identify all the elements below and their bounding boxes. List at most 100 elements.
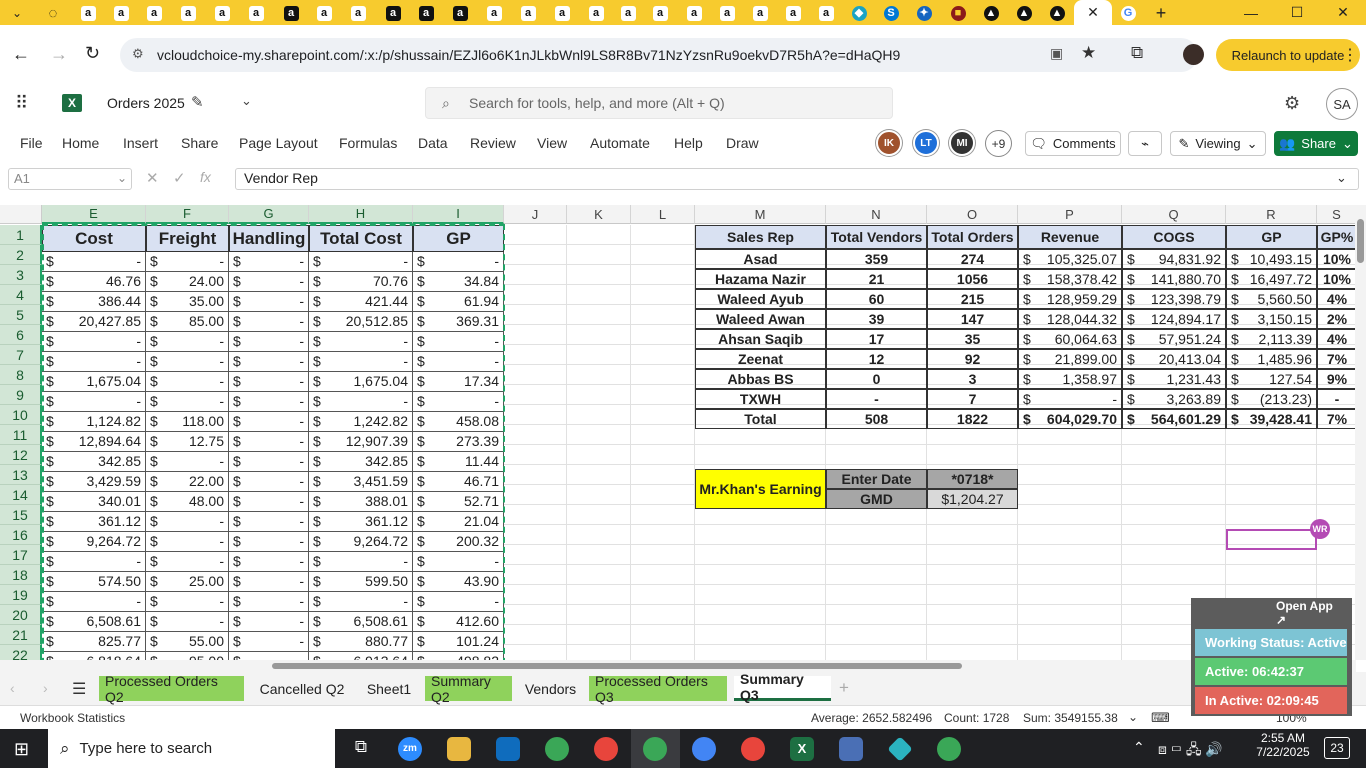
- grid-cell[interactable]: [826, 585, 927, 605]
- column-header-E[interactable]: E: [42, 205, 146, 224]
- table-cell[interactable]: $21.04: [413, 512, 504, 532]
- grid-cell[interactable]: [1018, 545, 1122, 565]
- table-cell[interactable]: $55.00: [146, 632, 229, 652]
- table-cell[interactable]: $9,264.72: [309, 532, 413, 552]
- summary-header[interactable]: Revenue: [1018, 225, 1122, 249]
- grid-cell[interactable]: [1018, 645, 1122, 660]
- table-cell[interactable]: $-: [146, 592, 229, 612]
- grid-cell[interactable]: [567, 565, 631, 585]
- summary-cell[interactable]: -: [826, 389, 927, 409]
- row-header-12[interactable]: 12: [0, 445, 42, 465]
- grid-cell[interactable]: [695, 525, 826, 545]
- table-cell[interactable]: $-: [146, 612, 229, 632]
- summary-cell[interactable]: $5,560.50: [1226, 289, 1317, 309]
- table-cell[interactable]: $-: [229, 452, 309, 472]
- open-app-button[interactable]: Open App ↗: [1276, 599, 1346, 627]
- summary-cell[interactable]: $158,378.42: [1018, 269, 1122, 289]
- browser-tab-20[interactable]: a: [716, 3, 738, 23]
- grid-cell[interactable]: [1226, 505, 1317, 525]
- browser-tab-10[interactable]: a: [382, 3, 404, 23]
- summary-cell[interactable]: 12: [826, 349, 927, 369]
- table-cell[interactable]: $369.31: [413, 312, 504, 332]
- summary-cell[interactable]: 10%: [1317, 249, 1356, 269]
- browser-tab-24[interactable]: ◆: [848, 3, 870, 23]
- chrome-profile-icon[interactable]: [692, 737, 716, 761]
- table-cell[interactable]: $-: [229, 432, 309, 452]
- column-header-O[interactable]: O: [927, 205, 1018, 224]
- grid-cell[interactable]: [504, 605, 567, 625]
- browser-tab-22[interactable]: a: [782, 3, 804, 23]
- summary-cell[interactable]: Abbas BS: [695, 369, 826, 389]
- browser-tab-28[interactable]: ▲: [980, 3, 1002, 23]
- grid-cell[interactable]: [927, 645, 1018, 660]
- outlook-icon[interactable]: [496, 737, 520, 761]
- table-cell[interactable]: $48.00: [146, 492, 229, 512]
- table-cell[interactable]: $25.00: [146, 572, 229, 592]
- grid-cell[interactable]: [504, 445, 567, 465]
- grid-cell[interactable]: [1122, 485, 1226, 505]
- table-cell[interactable]: $20,427.85: [42, 312, 146, 332]
- table-cell[interactable]: $12,894.64: [42, 432, 146, 452]
- summary-cell[interactable]: 17: [826, 329, 927, 349]
- grid-cell[interactable]: [631, 505, 695, 525]
- table-cell[interactable]: $342.85: [42, 452, 146, 472]
- table-cell[interactable]: $-: [413, 392, 504, 412]
- row-header-13[interactable]: 13: [0, 465, 42, 485]
- table-cell[interactable]: $-: [42, 352, 146, 372]
- viewing-mode-button[interactable]: ✎ Viewing ⌄: [1170, 131, 1266, 156]
- menu-review[interactable]: Review: [470, 135, 516, 151]
- grid-cell[interactable]: [567, 585, 631, 605]
- table-cell[interactable]: $34.84: [413, 272, 504, 292]
- grid-cell[interactable]: [927, 585, 1018, 605]
- grid-cell[interactable]: [826, 625, 927, 645]
- grid-cell[interactable]: [567, 645, 631, 660]
- menu-page-layout[interactable]: Page Layout: [239, 135, 318, 151]
- table-cell[interactable]: $361.12: [309, 512, 413, 532]
- chevron-right-icon[interactable]: ›: [43, 680, 48, 696]
- grid-cell[interactable]: [1122, 465, 1226, 485]
- menu-view[interactable]: View: [537, 135, 567, 151]
- grid-cell[interactable]: [927, 445, 1018, 465]
- collaborator-avatar[interactable]: MI: [949, 130, 975, 156]
- menu-insert[interactable]: Insert: [123, 135, 158, 151]
- menu-home[interactable]: Home: [62, 135, 99, 151]
- chrome-profile-icon[interactable]: [594, 737, 618, 761]
- summary-cell[interactable]: Hazama Nazir: [695, 269, 826, 289]
- row-header-1[interactable]: 1: [0, 225, 42, 245]
- table-cell[interactable]: $-: [229, 652, 309, 660]
- row-header-11[interactable]: 11: [0, 425, 42, 445]
- grid-cell[interactable]: [1226, 445, 1317, 465]
- summary-cell[interactable]: 35: [927, 329, 1018, 349]
- url-text[interactable]: vcloudchoice-my.sharepoint.com/:x:/p/shu…: [157, 47, 900, 63]
- table-cell[interactable]: $273.39: [413, 432, 504, 452]
- table-cell[interactable]: $386.44: [42, 292, 146, 312]
- summary-cell[interactable]: 274: [927, 249, 1018, 269]
- table-cell[interactable]: $-: [42, 332, 146, 352]
- browser-tab-9[interactable]: a: [347, 3, 369, 23]
- grid-cell[interactable]: [504, 645, 567, 660]
- column-header-L[interactable]: L: [631, 205, 695, 224]
- calculator-icon[interactable]: [839, 737, 863, 761]
- browser-tab-1[interactable]: a: [77, 3, 99, 23]
- table-cell[interactable]: $421.44: [309, 292, 413, 312]
- grid-cell[interactable]: [567, 325, 631, 345]
- table-cell[interactable]: $85.00: [146, 312, 229, 332]
- summary-cell[interactable]: 1056: [927, 269, 1018, 289]
- name-box[interactable]: A1: [8, 168, 132, 190]
- grid-cell[interactable]: [927, 625, 1018, 645]
- summary-cell[interactable]: $ -: [1018, 389, 1122, 409]
- summary-cell[interactable]: $57,951.24: [1122, 329, 1226, 349]
- grid-cell[interactable]: [631, 525, 695, 545]
- bookmark-star-icon[interactable]: ★: [1081, 43, 1096, 63]
- maximize-button[interactable]: ☐: [1274, 0, 1320, 25]
- grid-cell[interactable]: [567, 625, 631, 645]
- grid-cell[interactable]: [504, 385, 567, 405]
- collaborator-avatar[interactable]: IK: [876, 130, 902, 156]
- chevron-left-icon[interactable]: ‹: [10, 680, 15, 696]
- earning-label[interactable]: Mr.Khan's Earning: [695, 469, 826, 509]
- column-header-S[interactable]: S: [1317, 205, 1356, 224]
- summary-cell[interactable]: 3: [927, 369, 1018, 389]
- grid-cell[interactable]: [631, 465, 695, 485]
- grid-cell[interactable]: [504, 485, 567, 505]
- collaborator-avatar[interactable]: LT: [913, 130, 939, 156]
